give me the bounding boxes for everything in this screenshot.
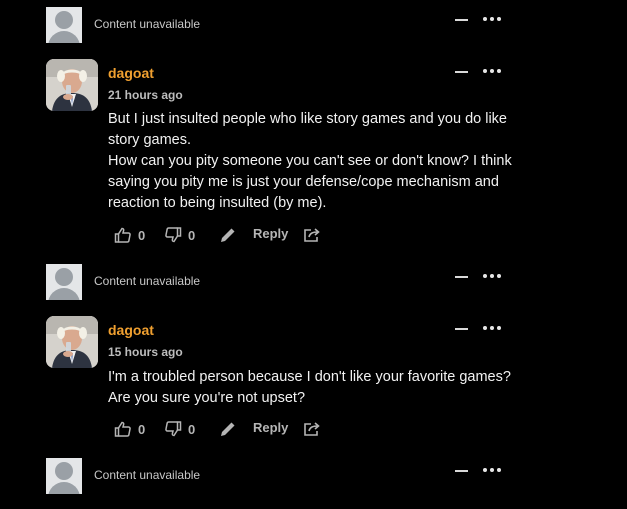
comment-controls: [455, 65, 515, 79]
collapse-icon[interactable]: [455, 470, 468, 472]
edit-button[interactable]: [219, 226, 237, 244]
thumbs-up-icon: [114, 421, 131, 437]
like-count: 0: [138, 227, 146, 243]
collapse-icon[interactable]: [455, 276, 468, 278]
placeholder-avatar: [46, 264, 82, 300]
comment-line: But I just insulted people who like stor…: [108, 111, 507, 127]
placeholder-avatar: [46, 458, 82, 494]
comment-line: story games.: [108, 132, 191, 148]
comment-body: I'm a troubled person because I don't li…: [108, 367, 538, 409]
more-dots-icon[interactable]: [483, 274, 501, 278]
collapse-icon[interactable]: [455, 71, 468, 73]
thumbs-down-icon: [165, 421, 182, 437]
comment-line: saying you pity me is just your defense/…: [108, 174, 499, 190]
more-dots-icon[interactable]: [483, 468, 501, 472]
comment-controls: [455, 464, 515, 478]
timestamp: 21 hours ago: [108, 88, 183, 102]
dislike-count: 0: [188, 227, 196, 243]
comment-line: How can you pity someone you can't see o…: [108, 153, 512, 169]
like-button[interactable]: 0: [114, 226, 145, 244]
dislike-button[interactable]: 0: [164, 420, 195, 438]
comment-line: Are you sure you're not upset?: [108, 390, 306, 406]
share-icon: [304, 422, 320, 436]
share-icon: [304, 228, 320, 242]
share-button[interactable]: [303, 226, 321, 244]
share-button[interactable]: [303, 420, 321, 438]
unavailable-label: Content unavailable: [94, 274, 201, 288]
avatar[interactable]: [46, 316, 98, 368]
comment-body: But I just insulted people who like stor…: [108, 109, 538, 214]
timestamp: 15 hours ago: [108, 345, 183, 359]
comment-controls: [455, 270, 515, 284]
dislike-button[interactable]: 0: [164, 226, 195, 244]
more-dots-icon[interactable]: [483, 326, 501, 330]
thumbs-up-icon: [114, 227, 131, 243]
more-dots-icon[interactable]: [483, 17, 501, 21]
more-dots-icon[interactable]: [483, 69, 501, 73]
pencil-icon: [221, 228, 235, 242]
comment-line: reaction to being insulted (by me).: [108, 195, 327, 211]
comment-controls: [455, 322, 515, 336]
avatar[interactable]: [46, 59, 98, 111]
unavailable-label: Content unavailable: [94, 17, 201, 31]
like-button[interactable]: 0: [114, 420, 145, 438]
username[interactable]: dagoat: [108, 65, 154, 81]
placeholder-avatar: [46, 7, 82, 43]
pencil-icon: [221, 422, 235, 436]
reply-label: Reply: [253, 420, 289, 435]
unavailable-label: Content unavailable: [94, 468, 201, 482]
edit-button[interactable]: [219, 420, 237, 438]
comment-line: I'm a troubled person because I don't li…: [108, 369, 511, 385]
reply-button[interactable]: Reply: [253, 420, 288, 435]
reply-button[interactable]: Reply: [253, 226, 288, 241]
username[interactable]: dagoat: [108, 322, 154, 338]
comment-controls: [455, 13, 515, 27]
like-count: 0: [138, 421, 146, 437]
dislike-count: 0: [188, 421, 196, 437]
thumbs-down-icon: [165, 227, 182, 243]
collapse-icon[interactable]: [455, 19, 468, 21]
reply-label: Reply: [253, 226, 289, 241]
collapse-icon[interactable]: [455, 328, 468, 330]
